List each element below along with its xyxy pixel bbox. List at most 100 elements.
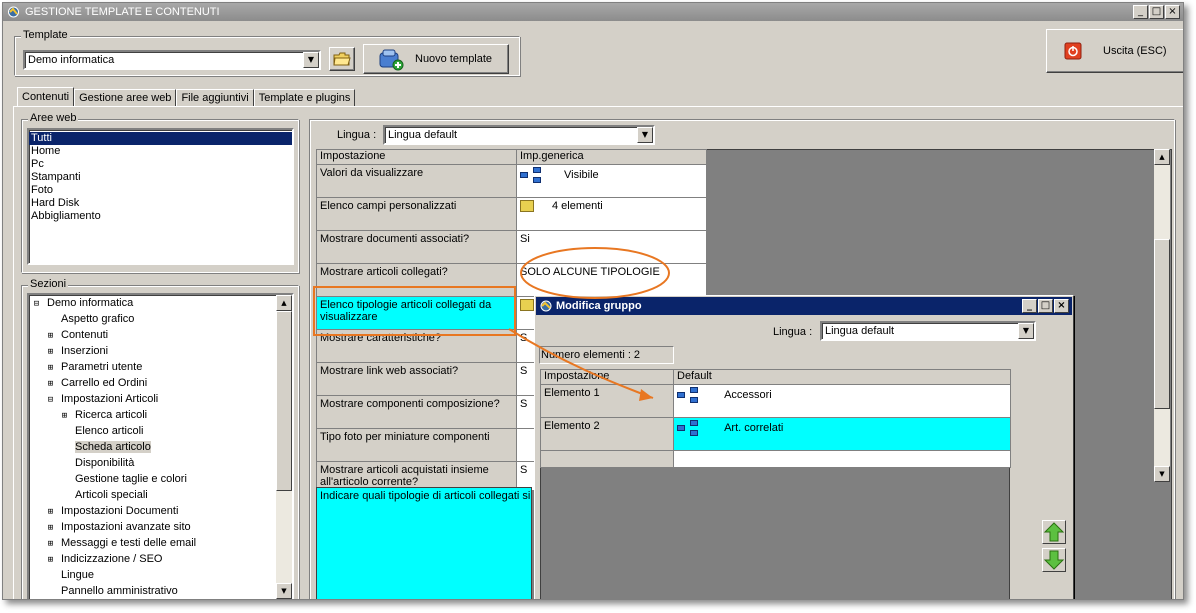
scroll-up-button[interactable]: ▲ [1154, 149, 1170, 165]
dialog-maximize-button[interactable]: □ [1038, 299, 1053, 313]
tree-item[interactable]: Pannello amministrativo [32, 583, 292, 599]
tree-item[interactable]: Lingue [32, 567, 292, 583]
open-folder-button[interactable] [329, 47, 355, 71]
setting-label: Mostrare caratteristiche? [316, 329, 517, 363]
template-select[interactable]: Demo informatica ▼ [23, 50, 321, 70]
aree-web-list[interactable]: Tutti Home Pc Stampanti Foto Hard Disk A… [27, 128, 294, 265]
setting-value-cell[interactable]: SOLO ALCUNE TIPOLOGIE [516, 263, 707, 297]
tree-item[interactable]: ⊞ Contenuti [32, 327, 292, 343]
row-value-cell[interactable]: Art. correlati [673, 417, 1011, 451]
grid-scrollbar[interactable]: ▲ ▼ [1154, 149, 1170, 482]
move-down-button[interactable] [1042, 548, 1066, 572]
setting-value-cell[interactable]: 4 elementi [516, 197, 707, 231]
tree-item[interactable]: ⊞ Indicizzazione / SEO [32, 551, 292, 567]
tree-item[interactable]: ⊞ Parametri utente [32, 359, 292, 375]
dialog-minimize-button[interactable]: _ [1022, 299, 1037, 313]
tree-item[interactable]: ⊞ Carrello ed Ordini [32, 375, 292, 391]
empty-cell [540, 450, 674, 468]
minimize-button[interactable]: _ [1133, 5, 1148, 19]
tree-item[interactable]: Gestione taglie e colori [32, 471, 292, 487]
maximize-button[interactable]: □ [1149, 5, 1164, 19]
setting-value-cell[interactable]: Visibile [516, 164, 707, 198]
column-header-imp-generica[interactable]: Imp.generica [516, 149, 707, 165]
list-item[interactable]: Tutti [29, 132, 292, 145]
scroll-up-button[interactable]: ▲ [276, 295, 292, 311]
list-item[interactable]: Foto [29, 184, 292, 197]
scroll-thumb[interactable] [1154, 239, 1170, 409]
list-item[interactable]: Home [29, 145, 292, 158]
tree-item-label: Gestione taglie e colori [75, 473, 187, 485]
tab-contenuti[interactable]: Contenuti [17, 87, 75, 107]
tree-item[interactable]: ⊞ Messaggi e testi delle email [32, 535, 292, 551]
list-item[interactable]: Stampanti [29, 171, 292, 184]
row-label: Elemento 2 [540, 417, 674, 451]
tree-item[interactable]: ⊞ Impostazioni avanzate sito [32, 519, 292, 535]
table-row[interactable]: Elemento 2 Art. correlati [540, 417, 1011, 451]
setting-value-cell[interactable]: Si [516, 230, 707, 264]
tree-icon [520, 167, 542, 183]
tab-file-aggiuntivi[interactable]: File aggiuntivi [176, 89, 254, 107]
expand-toggle-icon[interactable]: ⊞ [46, 552, 55, 568]
dialog-lingua-select[interactable]: Lingua default ▼ [820, 321, 1036, 341]
table-row[interactable]: Elemento 1 Accessori [540, 384, 1011, 418]
exit-button[interactable]: Uscita (ESC) [1046, 29, 1183, 73]
tree-item[interactable]: Elenco articoli [32, 423, 292, 439]
tree-item[interactable]: Aspetto grafico [32, 311, 292, 327]
close-button[interactable]: × [1165, 5, 1180, 19]
table-row[interactable]: Mostrare documenti associati? Si [316, 230, 707, 264]
tree-item[interactable]: Scheda articolo [32, 439, 292, 455]
modifica-gruppo-dialog: Modifica gruppo _ □ × Lingua : Lingua de… [534, 295, 1074, 599]
tree-item[interactable]: ⊞ Impostazioni Documenti [32, 503, 292, 519]
expand-toggle-icon[interactable]: ⊟ [32, 296, 41, 312]
column-header-impostazione[interactable]: Impostazione [316, 149, 517, 165]
tab-template-plugins[interactable]: Template e plugins [253, 89, 356, 107]
scroll-thumb[interactable] [276, 311, 292, 491]
expand-toggle-icon[interactable]: ⊟ [46, 392, 55, 408]
setting-value: S [520, 332, 528, 344]
lingua-select[interactable]: Lingua default ▼ [383, 125, 655, 145]
expand-toggle-icon[interactable]: ⊞ [46, 328, 55, 344]
description-box: Indicare quali tipologie di articoli col… [316, 487, 532, 599]
move-up-button[interactable] [1042, 520, 1066, 544]
tree-item[interactable]: ⊞ Ricerca articoli [32, 407, 292, 423]
tree-item[interactable]: ⊟ Impostazioni Articoli [32, 391, 292, 407]
expand-toggle-icon[interactable]: ⊞ [46, 520, 55, 536]
expand-toggle-icon[interactable]: ⊞ [46, 360, 55, 376]
dialog-grid: Impostazione Default Elemento 1 Accessor… [540, 369, 1011, 468]
list-item[interactable]: Hard Disk [29, 197, 292, 210]
scroll-down-button[interactable]: ▼ [276, 583, 292, 599]
expand-toggle-icon[interactable]: ⊞ [60, 408, 69, 424]
list-item[interactable]: Abbigliamento [29, 210, 292, 223]
expand-toggle-icon[interactable]: ⊞ [46, 504, 55, 520]
table-row[interactable]: Valori da visualizzare Visibile [316, 164, 707, 198]
description-text: Indicare quali tipologie di articoli col… [320, 490, 532, 502]
title-bar[interactable]: GESTIONE TEMPLATE E CONTENUTI _ □ × [3, 3, 1183, 21]
column-header-impostazione[interactable]: Impostazione [540, 369, 674, 385]
new-template-label: Nuovo template [415, 53, 493, 65]
scroll-down-button[interactable]: ▼ [1154, 466, 1170, 482]
table-row[interactable] [540, 450, 1011, 468]
element-count: Numero elementi : 2 [539, 346, 674, 364]
chevron-down-icon[interactable]: ▼ [303, 52, 319, 68]
new-template-button[interactable]: Nuovo template [363, 44, 509, 74]
expand-toggle-icon[interactable]: ⊞ [46, 344, 55, 360]
dialog-title-bar[interactable]: Modifica gruppo _ □ × [536, 297, 1072, 315]
sezioni-tree[interactable]: ⊟ Demo informatica Aspetto grafico ⊞ Contenu… [27, 293, 294, 599]
list-item[interactable]: Pc [29, 158, 292, 171]
column-header-default[interactable]: Default [673, 369, 1011, 385]
row-value-cell[interactable]: Accessori [673, 384, 1011, 418]
tree-item[interactable]: ⊟ Demo informatica [32, 295, 292, 311]
expand-toggle-icon[interactable]: ⊞ [46, 376, 55, 392]
tree-icon [677, 387, 699, 403]
tree-item[interactable]: Disponibilità [32, 455, 292, 471]
table-row[interactable]: Elenco campi personalizzati 4 elementi [316, 197, 707, 231]
tree-item[interactable]: Articoli speciali [32, 487, 292, 503]
chevron-down-icon[interactable]: ▼ [1018, 323, 1034, 339]
sezioni-scrollbar[interactable]: ▲ ▼ [276, 295, 292, 599]
dialog-close-button[interactable]: × [1054, 299, 1069, 313]
tab-gestione-aree-web[interactable]: Gestione aree web [74, 89, 177, 107]
chevron-down-icon[interactable]: ▼ [637, 127, 653, 143]
tree-item[interactable]: ⊞ Inserzioni [32, 343, 292, 359]
expand-toggle-icon[interactable]: ⊞ [46, 536, 55, 552]
table-row[interactable]: Mostrare articoli collegati? SOLO ALCUNE … [316, 263, 707, 297]
